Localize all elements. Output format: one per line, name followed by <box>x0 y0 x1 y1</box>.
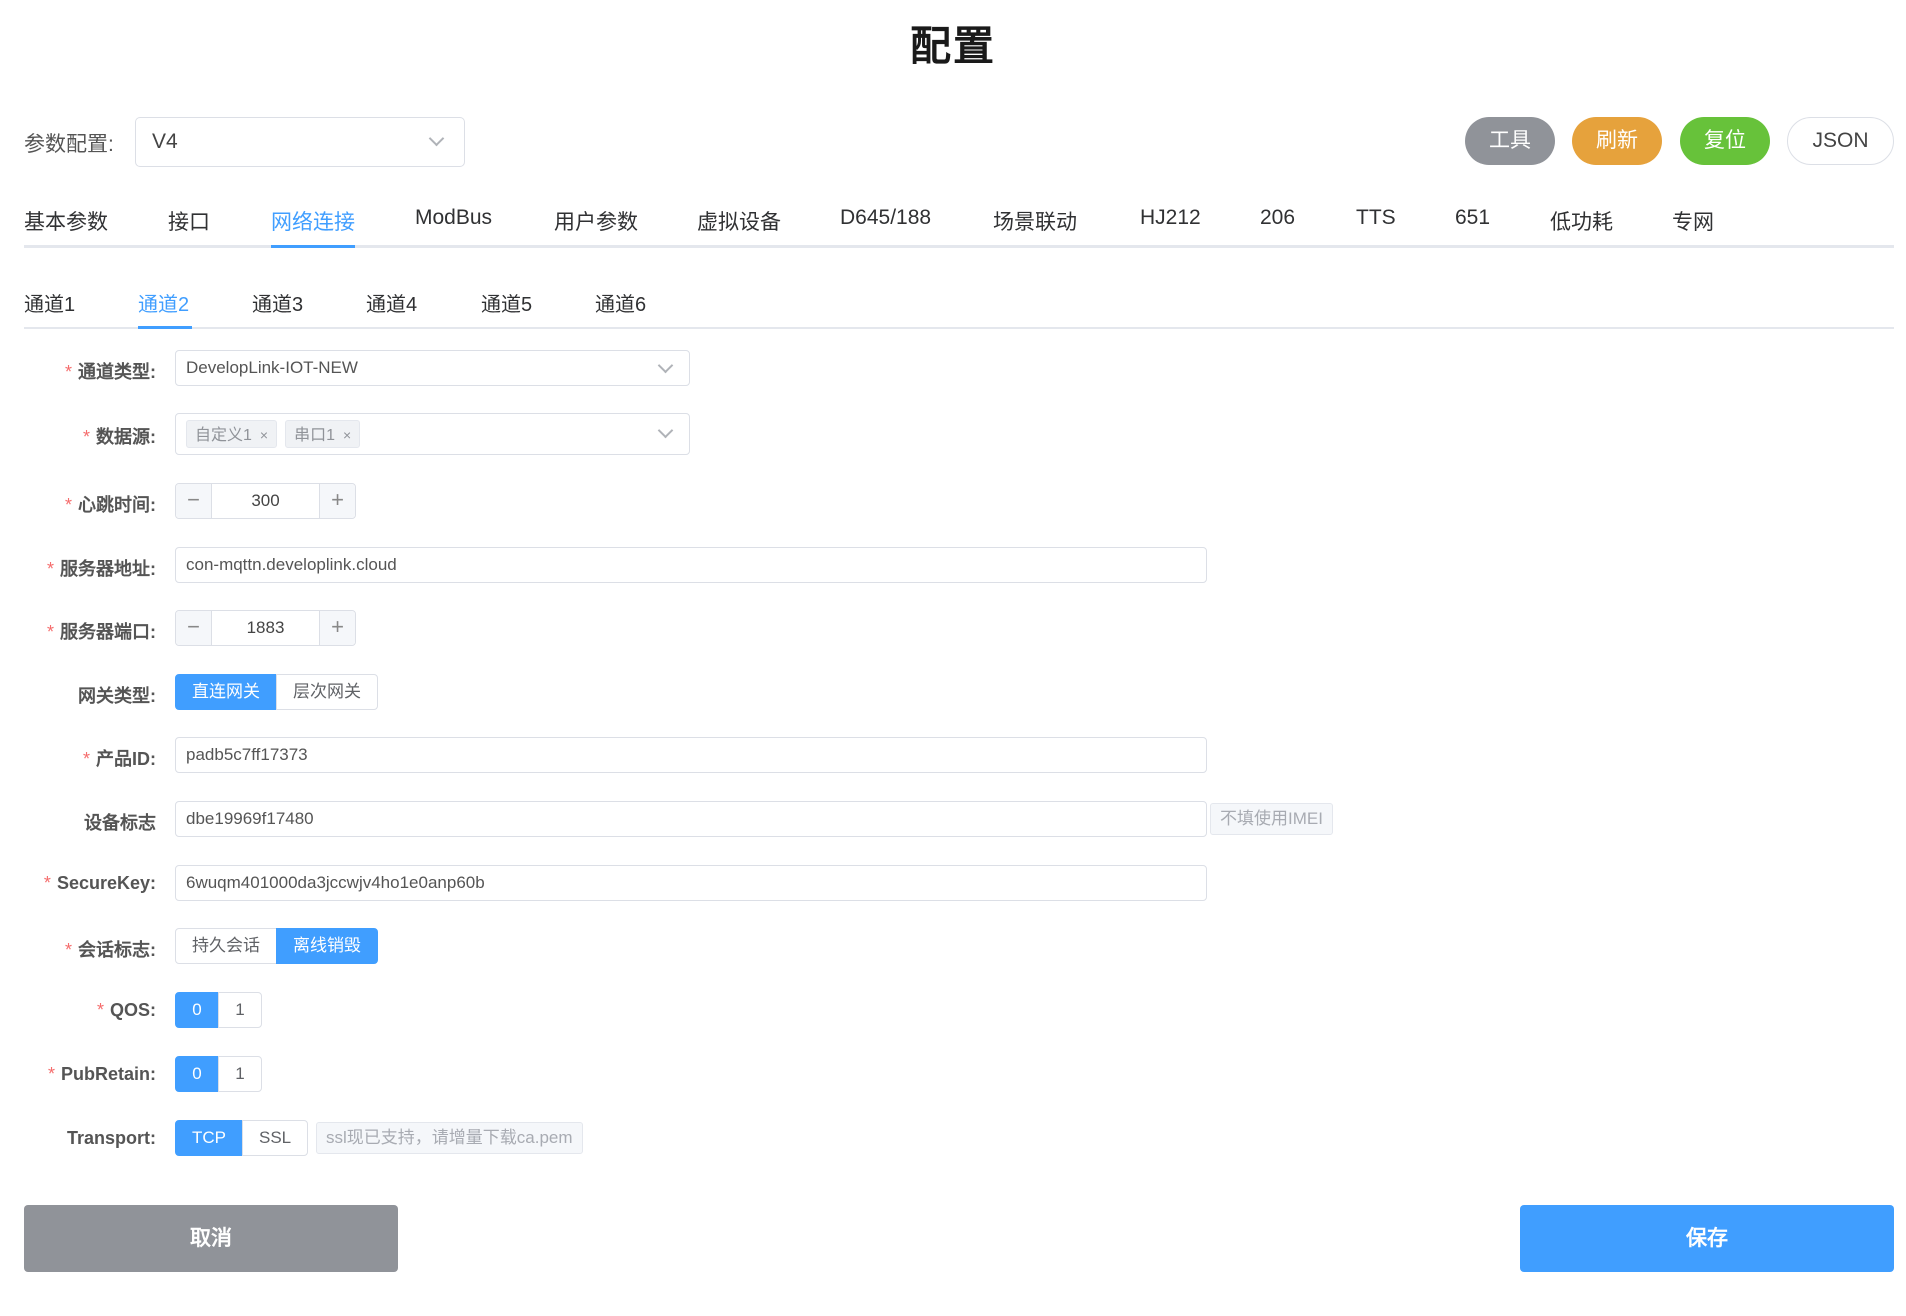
tab-virtual-device[interactable]: 虚拟设备 <box>697 206 781 236</box>
tab-low-power[interactable]: 低功耗 <box>1550 206 1613 236</box>
session-flag-radio-group: 持久会话 离线销毁 <box>175 928 378 964</box>
data-source-tag: 自定义1 × <box>186 420 278 448</box>
channel-type-label: * 通道类型: <box>64 362 156 382</box>
tab-tts[interactable]: TTS <box>1356 206 1396 230</box>
refresh-button[interactable]: 刷新 <box>1572 117 1662 165</box>
increment-button[interactable]: + <box>319 484 355 518</box>
device-id-label: 设备标志 <box>84 813 156 833</box>
transport-ssl-option[interactable]: SSL <box>242 1120 309 1156</box>
heartbeat-label: * 心跳时间: <box>64 495 156 515</box>
device-id-hint: 不填使用IMEI <box>1210 803 1333 835</box>
server-port-stepper: − 1883 + <box>175 610 356 646</box>
channel-type-select[interactable]: DevelopLink-IOT-NEW <box>175 350 690 386</box>
param-config-label: 参数配置: <box>24 133 114 156</box>
session-offline-destroy-option[interactable]: 离线销毁 <box>276 928 378 964</box>
qos-row: * QOS: 0 1 <box>0 992 1906 1032</box>
qos-label: * QOS: <box>96 1000 156 1020</box>
heartbeat-row: * 心跳时间: − 300 + <box>0 483 1906 523</box>
close-icon[interactable]: × <box>260 427 268 443</box>
qos-0-option[interactable]: 0 <box>175 992 219 1028</box>
tab-hj212[interactable]: HJ212 <box>1140 206 1201 230</box>
channel-type-row: * 通道类型: DevelopLink-IOT-NEW <box>0 350 1906 390</box>
server-port-label: * 服务器端口: <box>46 622 156 642</box>
tools-button[interactable]: 工具 <box>1465 117 1555 165</box>
tab-d645[interactable]: D645/188 <box>840 206 931 230</box>
tab-scene-linkage[interactable]: 场景联动 <box>993 206 1077 236</box>
close-icon[interactable]: × <box>343 427 351 443</box>
tab-user-params[interactable]: 用户参数 <box>554 206 638 236</box>
product-id-row: * 产品ID: padb5c7ff17373 <box>0 737 1906 777</box>
save-button[interactable]: 保存 <box>1520 1205 1894 1272</box>
transport-row: Transport: TCP SSL ssl现已支持，请增量下载ca.pem <box>0 1120 1906 1160</box>
tab-206[interactable]: 206 <box>1260 206 1295 230</box>
server-port-row: * 服务器端口: − 1883 + <box>0 610 1906 650</box>
gateway-type-label: 网关类型: <box>78 686 156 706</box>
qos-1-option[interactable]: 1 <box>218 992 262 1028</box>
heartbeat-value[interactable]: 300 <box>212 484 319 518</box>
server-address-input[interactable]: con-mqttn.developlink.cloud <box>175 547 1207 583</box>
data-source-label: * 数据源: <box>82 427 156 447</box>
tab-channel-5[interactable]: 通道5 <box>481 288 532 317</box>
tab-network[interactable]: 网络连接 <box>271 206 355 236</box>
gateway-hierarchical-option[interactable]: 层次网关 <box>276 674 378 710</box>
increment-button[interactable]: + <box>319 611 355 645</box>
data-source-row: * 数据源: 自定义1 × 串口1 × <box>0 413 1906 455</box>
device-id-input[interactable]: dbe19969f17480 <box>175 801 1207 837</box>
data-source-tag: 串口1 × <box>285 420 361 448</box>
tab-651[interactable]: 651 <box>1455 206 1490 230</box>
tab-channel-4[interactable]: 通道4 <box>366 288 417 317</box>
tab-modbus[interactable]: ModBus <box>415 206 492 230</box>
decrement-button[interactable]: − <box>176 484 212 518</box>
version-select-value: V4 <box>152 130 178 153</box>
tab-basic-params[interactable]: 基本参数 <box>24 206 108 236</box>
server-port-value[interactable]: 1883 <box>212 611 319 645</box>
channel-tabs: 通道1 通道2 通道3 通道4 通道5 通道6 <box>24 280 1894 329</box>
session-flag-label: * 会话标志: <box>64 940 156 960</box>
secure-key-label: * SecureKey: <box>43 873 156 893</box>
session-persistent-option[interactable]: 持久会话 <box>175 928 277 964</box>
tab-channel-2[interactable]: 通道2 <box>138 288 189 317</box>
chevron-down-icon <box>657 357 674 374</box>
reset-button[interactable]: 复位 <box>1680 117 1770 165</box>
tab-interface[interactable]: 接口 <box>168 206 210 236</box>
product-id-label: * 产品ID: <box>82 749 156 769</box>
gateway-direct-option[interactable]: 直连网关 <box>175 674 277 710</box>
tab-channel-6[interactable]: 通道6 <box>595 288 646 317</box>
gateway-type-row: 网关类型: 直连网关 层次网关 <box>0 674 1906 714</box>
cancel-button[interactable]: 取消 <box>24 1205 398 1272</box>
server-address-label: * 服务器地址: <box>46 559 156 579</box>
tab-channel-1[interactable]: 通道1 <box>24 288 75 317</box>
version-select[interactable]: V4 <box>135 117 465 167</box>
pub-retain-label: * PubRetain: <box>47 1064 156 1084</box>
product-id-input[interactable]: padb5c7ff17373 <box>175 737 1207 773</box>
tab-channel-3[interactable]: 通道3 <box>252 288 303 317</box>
chevron-down-icon <box>657 422 674 439</box>
transport-tcp-option[interactable]: TCP <box>175 1120 243 1156</box>
active-tab-indicator <box>271 245 355 248</box>
active-subtab-indicator <box>138 326 192 329</box>
qos-radio-group: 0 1 <box>175 992 262 1028</box>
main-tabs: 基本参数 接口 网络连接 ModBus 用户参数 虚拟设备 D645/188 场… <box>24 198 1894 248</box>
secure-key-input[interactable]: 6wuqm401000da3jccwjv4ho1e0anp60b <box>175 865 1207 901</box>
tab-private-network[interactable]: 专网 <box>1672 206 1714 236</box>
pub-retain-0-option[interactable]: 0 <box>175 1056 219 1092</box>
chevron-down-icon <box>428 130 445 147</box>
heartbeat-stepper: − 300 + <box>175 483 356 519</box>
pub-retain-1-option[interactable]: 1 <box>218 1056 262 1092</box>
pub-retain-radio-group: 0 1 <box>175 1056 262 1092</box>
channel-type-value: DevelopLink-IOT-NEW <box>186 358 358 377</box>
transport-hint: ssl现已支持，请增量下载ca.pem <box>316 1122 583 1154</box>
secure-key-row: * SecureKey: 6wuqm401000da3jccwjv4ho1e0an… <box>0 865 1906 905</box>
page-title: 配置 <box>910 23 996 69</box>
device-id-row: 设备标志 dbe19969f17480 不填使用IMEI <box>0 801 1906 841</box>
gateway-type-radio-group: 直连网关 层次网关 <box>175 674 378 710</box>
decrement-button[interactable]: − <box>176 611 212 645</box>
json-button[interactable]: JSON <box>1787 117 1894 165</box>
session-flag-row: * 会话标志: 持久会话 离线销毁 <box>0 928 1906 968</box>
pub-retain-row: * PubRetain: 0 1 <box>0 1056 1906 1096</box>
server-address-row: * 服务器地址: con-mqttn.developlink.cloud <box>0 547 1906 587</box>
transport-radio-group: TCP SSL <box>175 1120 309 1156</box>
data-source-select[interactable]: 自定义1 × 串口1 × <box>175 413 690 455</box>
transport-label: Transport: <box>66 1128 156 1148</box>
